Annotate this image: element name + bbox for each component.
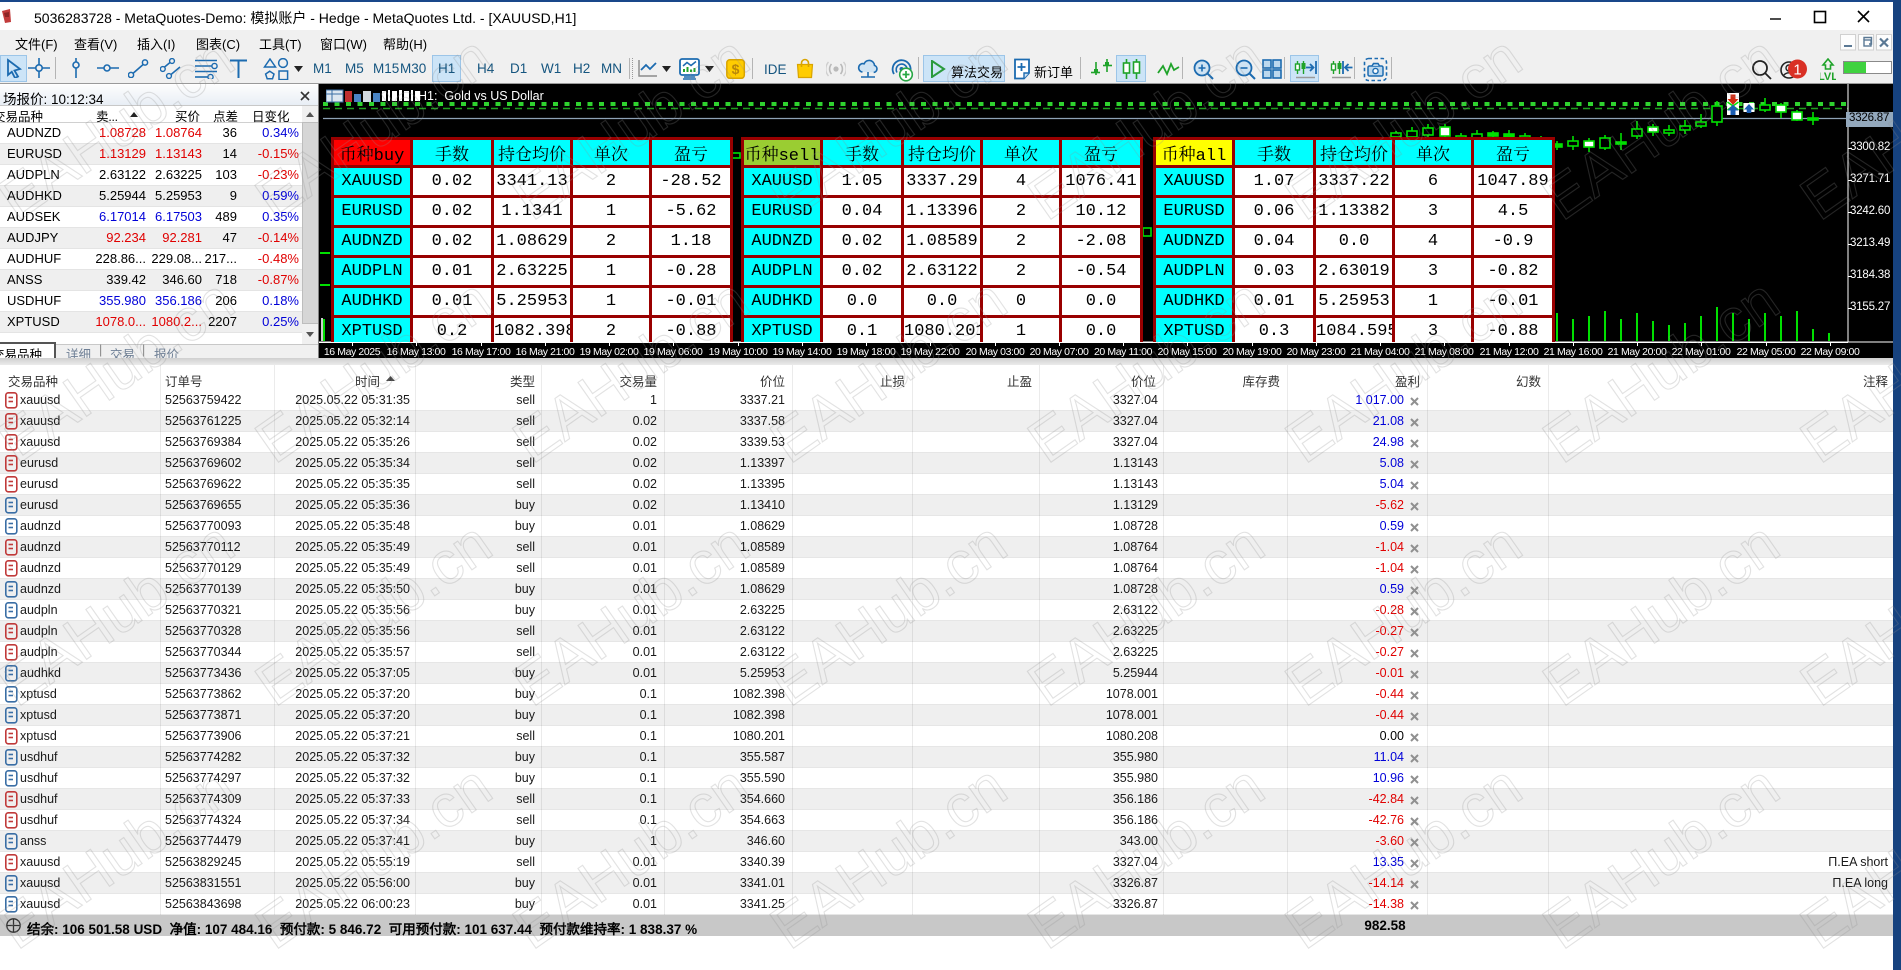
- svg-text:1: 1: [1793, 62, 1801, 79]
- svg-text:$: $: [732, 61, 740, 77]
- svg-text:LVL: LVL: [1820, 71, 1836, 81]
